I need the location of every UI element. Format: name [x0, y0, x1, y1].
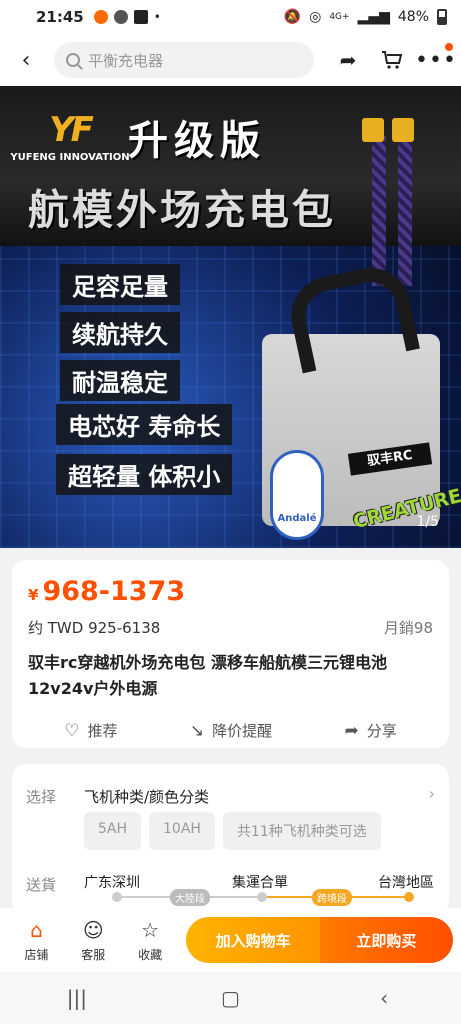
- share-arrow-icon: ➦: [339, 48, 357, 72]
- price-sub-row: 约 TWD 925-6138 月銷98: [28, 617, 433, 638]
- recent-apps-icon[interactable]: |||: [47, 986, 107, 1010]
- store-icon: ⌂: [30, 917, 43, 942]
- buy-now-button[interactable]: 立即购买: [319, 917, 453, 963]
- brand-logo: YF YUFENG INNOVATION: [10, 110, 130, 163]
- cable-right: [398, 136, 412, 286]
- hotspot-icon: ◎: [309, 9, 322, 25]
- variant-selector[interactable]: 飞机种类/颜色分类: [84, 786, 209, 807]
- back-button[interactable]: ‹: [12, 46, 40, 74]
- price-alert-label: 降价提醒: [212, 722, 273, 740]
- variant-chips: 5AH 10AH 共11种飞机种类可选: [84, 812, 381, 850]
- feature-3: 耐温稳定: [60, 360, 180, 401]
- route-dot-start: [112, 892, 122, 902]
- bottom-action-bar: ⌂ 店铺 ☺ 客服 ☆ 收藏 加入购物车 立即购买: [0, 908, 461, 972]
- ship-to: 台灣地區: [378, 875, 434, 891]
- feature-2: 续航持久: [60, 312, 180, 353]
- search-header: ‹ 平衡充电器 ➦ •••: [0, 34, 461, 86]
- status-right: 🔕 ◎ 4G+ ▂▄▆ 48%: [284, 9, 447, 25]
- variant-chip-10ah[interactable]: 10AH: [149, 812, 215, 850]
- select-label: 选择: [26, 788, 57, 806]
- favorite-button[interactable]: ☆ 收藏: [122, 918, 179, 963]
- feature-5: 超轻量 体积小: [56, 454, 233, 495]
- chevron-left-icon: ‹: [21, 47, 31, 73]
- twd-price: 约 TWD 925-6138: [28, 619, 161, 637]
- taobao-notification-icon: [93, 10, 108, 24]
- product-title: 驭丰rc穿越机外场充电包 漂移车船航模三元锂电池12v24v户外电源: [28, 653, 387, 698]
- home-icon[interactable]: ▢: [200, 986, 260, 1010]
- cart-icon: [382, 51, 403, 69]
- heart-icon: ♡: [64, 720, 80, 741]
- customer-service-button[interactable]: ☺ 客服: [65, 918, 122, 963]
- search-icon: [66, 53, 80, 67]
- notification-icons: •: [93, 10, 161, 24]
- network-type: 4G+: [329, 12, 350, 22]
- price-alert-button[interactable]: ↘ 降价提醒: [190, 720, 272, 741]
- cart-button[interactable]: [379, 47, 405, 73]
- yf-logo-mark: YF: [49, 110, 94, 150]
- chevron-right-icon[interactable]: ›: [429, 784, 435, 803]
- variant-chip-5ah[interactable]: 5AH: [84, 812, 142, 850]
- shipping-label: 送貨: [26, 876, 57, 894]
- x-notification-icon: [133, 10, 148, 24]
- product-image-carousel[interactable]: YF YUFENG INNOVATION 升级版 航模外场充电包 足容足量 续航…: [0, 86, 461, 548]
- battery-icon: [437, 9, 447, 25]
- search-input[interactable]: 平衡充电器: [54, 42, 314, 78]
- share-button[interactable]: ➦: [335, 47, 361, 73]
- status-time: 21:45: [36, 8, 84, 26]
- banner-headline-1: 升级版: [128, 118, 266, 164]
- feature-1: 足容足量: [60, 264, 180, 305]
- segment-tag-mainland: 大陸段: [170, 889, 210, 906]
- star-icon: ☆: [141, 917, 160, 942]
- store-button[interactable]: ⌂ 店铺: [8, 918, 65, 963]
- price-range: 968-1373: [42, 576, 186, 607]
- share-product-button[interactable]: ➦ 分享: [345, 720, 397, 741]
- share-label: 分享: [366, 722, 397, 740]
- xt-connector-right-icon: [392, 118, 414, 142]
- currency-symbol: ¥: [28, 586, 39, 604]
- price: ¥ 968-1373: [28, 576, 433, 607]
- carousel-page-indicator: 1/5: [416, 514, 439, 530]
- xt-connector-left-icon: [362, 118, 384, 142]
- ship-from: 广东深圳: [84, 875, 140, 891]
- banner-headline-2: 航模外场充电包: [28, 186, 336, 234]
- service-label: 客服: [81, 947, 106, 962]
- more-notifications-dot: •: [153, 10, 161, 24]
- mute-icon: 🔕: [283, 9, 302, 25]
- more-button[interactable]: •••: [415, 43, 456, 73]
- service-icon: ☺: [82, 917, 104, 942]
- product-actions: ♡ 推荐 ↘ 降价提醒 ➦ 分享: [28, 720, 433, 741]
- recommend-button[interactable]: ♡ 推荐: [64, 720, 117, 741]
- cable-left: [372, 136, 386, 286]
- route-dot-end: [404, 892, 414, 902]
- add-to-cart-button[interactable]: 加入购物车: [186, 917, 320, 963]
- new-badge-dot: [445, 43, 453, 51]
- options-card: 选择 飞机种类/颜色分类 › 5AH 10AH 共11种飞机种类可选 送貨 广东…: [12, 764, 449, 914]
- andale-sticker-text: Andalé: [277, 513, 317, 524]
- status-bar: 21:45 • 🔕 ◎ 4G+ ▂▄▆ 48%: [0, 0, 461, 34]
- segment-tag-crossborder: 跨境段: [312, 889, 352, 906]
- brand-name: YUFENG INNOVATION: [10, 152, 130, 163]
- battery-percent: 48%: [397, 9, 429, 25]
- more-dots-icon: •••: [415, 47, 457, 73]
- ship-via: 集運合單: [232, 875, 288, 891]
- andale-sticker: Andalé: [270, 450, 324, 540]
- feature-4: 电芯好 寿命长: [56, 404, 233, 445]
- monthly-sales: 月銷98: [383, 619, 433, 637]
- system-back-icon[interactable]: ‹: [354, 986, 414, 1010]
- shipping-route: 广东深圳 集運合單 台灣地區 大陸段 跨境段: [84, 872, 434, 912]
- route-dot-middle: [257, 892, 267, 902]
- header-actions: ➦ •••: [335, 43, 456, 73]
- price-card: ¥ 968-1373 约 TWD 925-6138 月銷98 驭丰rc穿越机外场…: [12, 560, 449, 748]
- price-drop-icon: ↘: [189, 720, 205, 741]
- system-nav-bar: ||| ▢ ‹: [0, 972, 461, 1024]
- search-placeholder: 平衡充电器: [88, 51, 164, 70]
- signal-icon: ▂▄▆: [357, 9, 390, 25]
- recommend-label: 推荐: [87, 722, 118, 740]
- line-notification-icon: [113, 10, 128, 24]
- favorite-label: 收藏: [138, 947, 163, 962]
- share-icon: ➦: [344, 720, 359, 741]
- store-label: 店铺: [24, 947, 49, 962]
- variant-count-chip[interactable]: 共11种飞机种类可选: [222, 812, 381, 850]
